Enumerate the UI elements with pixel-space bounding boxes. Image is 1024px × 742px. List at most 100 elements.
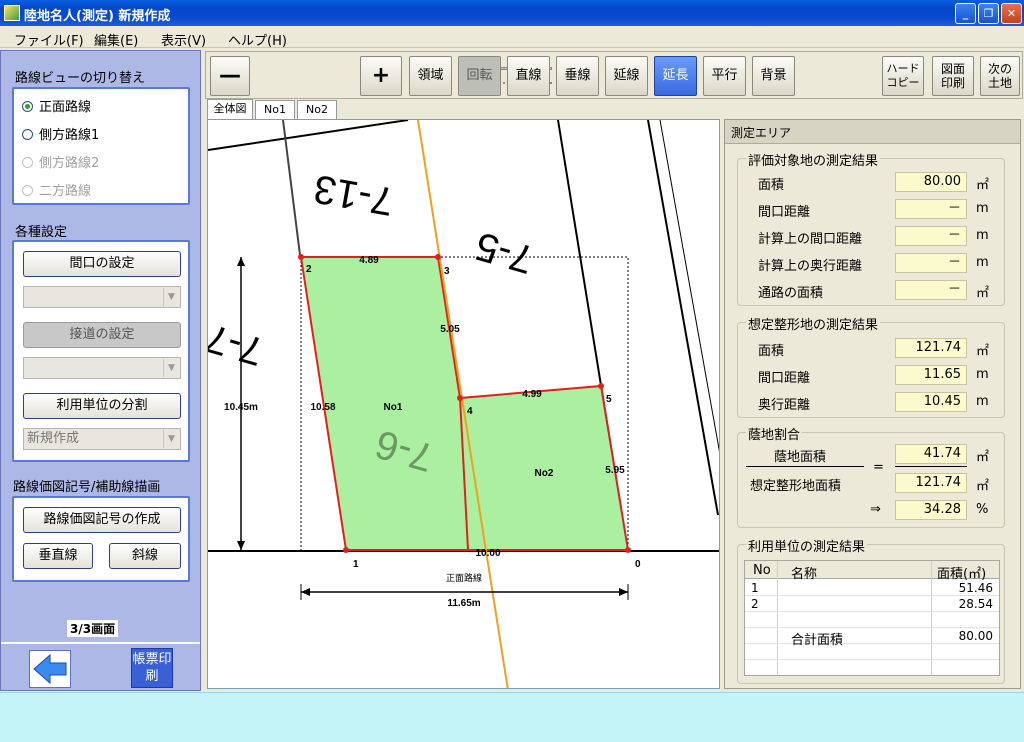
menu-help[interactable]: ヘルプ(H) — [228, 30, 287, 49]
access-setting-button: 接道の設定 — [23, 322, 181, 348]
lot-line — [659, 120, 719, 452]
app-icon — [4, 5, 20, 21]
measure-area-title: 測定エリア — [725, 120, 1020, 144]
draw-title: 路線価図記号/補助線描画 — [13, 480, 161, 495]
route-radio-group: 正面路線 側方路線1 側方路線2 二方路線 — [12, 87, 190, 205]
oblique-line-button[interactable]: 斜線 — [109, 543, 181, 569]
split-unit-button[interactable]: 利用単位の分割 — [23, 393, 181, 419]
eval-row-calc-frontage: 計算上の間口距離 － m — [758, 226, 989, 247]
back-button[interactable] — [29, 650, 71, 688]
vertex-label: 4 — [467, 406, 473, 417]
back-arrow-icon — [33, 653, 67, 685]
toolbar: — + 領域 回転 直線 垂線 延線 延長 平行 背景 ハード コピー 図面 印… — [205, 51, 1023, 99]
tool-perpendicular-button[interactable]: 垂線 — [556, 56, 599, 96]
route-label: 正面路線 — [446, 572, 482, 584]
settings-title: 各種設定 — [15, 225, 68, 240]
page-indicator: 3/3画面 — [67, 620, 119, 637]
radio-icon — [22, 185, 33, 196]
eval-row-passage-area: 通路の面積 － ㎡ — [758, 280, 990, 301]
radio-side-route-1[interactable]: 側方路線1 — [22, 124, 99, 144]
vertex-label: 3 — [444, 266, 450, 277]
vertex-1[interactable] — [343, 547, 349, 553]
menu-bar: ファイル(F) 編集(E) 表示(V) ヘルプ(H) — [0, 26, 1024, 49]
land-drawing: 7-13 7-5 7-6 7-7 4.89 5.05 10.58 4.99 5.… — [208, 120, 719, 688]
create-symbol-button[interactable]: 路線価図記号の作成 — [23, 507, 181, 533]
draw-group: 路線価図記号の作成 垂直線 斜線 — [12, 496, 190, 582]
radio-icon — [22, 129, 33, 140]
zoom-out-button[interactable]: — — [210, 56, 250, 96]
restore-button[interactable]: ❐ — [978, 3, 999, 24]
tool-parallel-button[interactable]: 平行 — [703, 56, 746, 96]
fraction-line — [746, 466, 864, 467]
close-button[interactable]: ✕ — [1001, 3, 1022, 24]
arrow-left-icon — [301, 588, 310, 596]
minimize-button[interactable]: _ — [955, 3, 976, 24]
row-divider — [745, 627, 999, 628]
next-land-button[interactable]: 次の 土地 — [980, 56, 1020, 96]
lot-label-7-5: 7-5 — [471, 223, 539, 281]
tab-overview[interactable]: 全体図 — [207, 99, 253, 120]
frontage-combo: ▼ — [23, 286, 181, 308]
units-results-group: 利用単位の測定結果 No 名称 面積(㎡) 1 51.46 2 28.54 合計… — [737, 536, 1005, 684]
radio-front-route[interactable]: 正面路線 — [22, 96, 91, 116]
tool-region-button[interactable]: 領域 — [409, 56, 452, 96]
frontage-setting-button[interactable]: 間口の設定 — [23, 251, 181, 277]
radio-icon — [22, 157, 33, 168]
table-header: No 名称 面積(㎡) — [745, 561, 999, 582]
menu-file[interactable]: ファイル(F) — [14, 30, 84, 49]
tab-no2[interactable]: No2 — [297, 100, 337, 119]
hardcopy-button[interactable]: ハード コピー — [882, 56, 924, 96]
plan-print-button[interactable]: 図面 印刷 — [932, 56, 974, 96]
ratio-denominator: 想定整形地面積 121.74 ㎡ — [750, 473, 990, 494]
access-combo: ▼ — [23, 357, 181, 379]
vertex-3[interactable] — [435, 254, 441, 260]
eval-row-calc-depth: 計算上の奥行距離 － m — [758, 253, 989, 274]
width-dimension-label: 11.65m — [447, 598, 480, 609]
arrow-right-icon: ⇒ — [870, 502, 881, 517]
bottom-left-bar: 帳票印刷 — [1, 642, 200, 690]
vertex-label: 2 — [306, 264, 312, 275]
drawing-canvas[interactable]: 7-13 7-5 7-6 7-7 4.89 5.05 10.58 4.99 5.… — [207, 119, 720, 689]
lot-label-7-13: 7-13 — [310, 166, 396, 223]
radio-selected-icon — [22, 101, 33, 112]
assumed-row-area: 面積 121.74 ㎡ — [758, 338, 990, 359]
vertex-0[interactable] — [625, 547, 631, 553]
vertex-label: 5 — [606, 394, 612, 405]
chevron-down-icon: ▼ — [163, 359, 179, 377]
ratio-group: 蔭地割合 蔭地面積 41.74 ㎡ = 想定整形地面積 121.74 ㎡ ⇒ 3… — [737, 424, 1005, 528]
tool-extension-button[interactable]: 延長 — [654, 56, 697, 96]
vertical-line-button[interactable]: 垂直線 — [23, 543, 93, 569]
chevron-down-icon: ▼ — [163, 430, 179, 448]
menu-edit[interactable]: 編集(E) — [94, 30, 138, 49]
vertex-2[interactable] — [298, 254, 304, 260]
edge-label: 4.99 — [522, 389, 542, 400]
zoom-in-button[interactable]: + — [360, 56, 402, 96]
assumed-row-frontage: 間口距離 11.65 m — [758, 365, 989, 386]
report-print-button[interactable]: 帳票印刷 — [131, 648, 173, 688]
eval-results-title: 評価対象地の測定結果 — [746, 150, 881, 169]
vertex-5[interactable] — [598, 383, 604, 389]
arrow-down-icon — [237, 541, 245, 550]
tool-line-button[interactable]: 直線 — [507, 56, 550, 96]
window-title: 陸地名人(測定) 新規作成 — [24, 9, 171, 24]
tab-no1[interactable]: No1 — [255, 100, 295, 119]
assumed-results-group: 想定整形地の測定結果 面積 121.74 ㎡ 間口距離 11.65 m 奥行距離… — [737, 314, 1005, 418]
assumed-results-title: 想定整形地の測定結果 — [746, 314, 881, 333]
eval-results-group: 評価対象地の測定結果 面積 80.00 ㎡ 間口距離 － m 計算上の間口距離 … — [737, 150, 1005, 306]
vertex-4[interactable] — [457, 395, 463, 401]
ratio-numerator: 蔭地面積 41.74 ㎡ — [774, 444, 990, 465]
column-divider — [931, 561, 932, 675]
radio-side-route-2: 側方路線2 — [22, 152, 99, 172]
arrow-right-icon — [619, 588, 628, 596]
edge-label: 10.00 — [475, 548, 500, 559]
units-results-title: 利用単位の測定結果 — [746, 536, 868, 555]
menu-view[interactable]: 表示(V) — [161, 30, 206, 49]
ratio-result: ⇒ 34.28 % — [738, 499, 1004, 521]
vertex-label: 0 — [635, 559, 641, 570]
tool-rotate-button: 回転 — [458, 56, 501, 96]
vertex-label: 1 — [353, 559, 359, 570]
lot-line — [208, 120, 409, 151]
tool-extend-line-button[interactable]: 延線 — [605, 56, 648, 96]
tool-background-button[interactable]: 背景 — [752, 56, 795, 96]
edge-label: 5.95 — [605, 465, 625, 476]
